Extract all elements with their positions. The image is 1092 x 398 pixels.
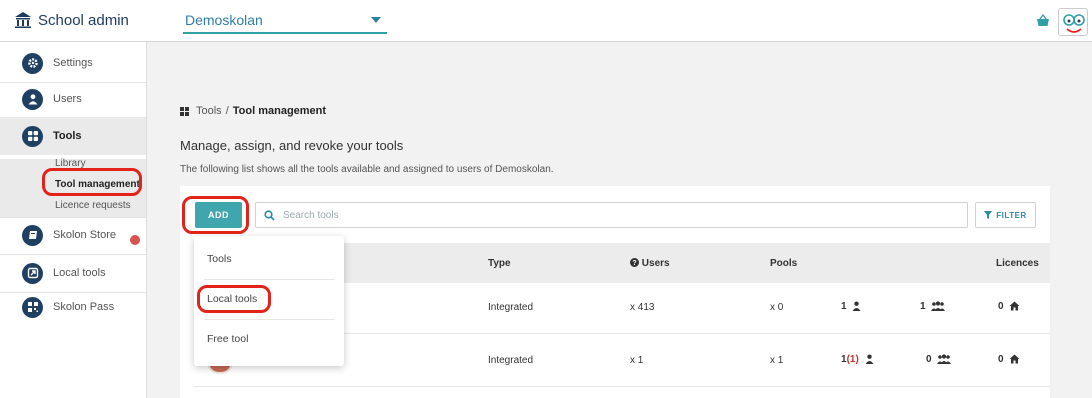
school-licence-count: 0 (998, 354, 1004, 365)
top-bar: School admin Demoskolan (0, 0, 1092, 42)
pending-licence-count: (1) (846, 354, 859, 365)
search-icon (264, 209, 275, 221)
sidebar: Settings Users Tools Library Tool manage… (0, 42, 147, 398)
row-divider (194, 386, 1050, 387)
highlight-add-button (182, 196, 249, 234)
sidebar-item-skolon-store[interactable]: Skolon Store (0, 216, 146, 254)
gear-icon (22, 52, 43, 74)
sidebar-item-label: Tools (53, 130, 82, 142)
row-1-pools: x 0 (770, 302, 784, 313)
sidebar-item-users[interactable]: Users (0, 80, 146, 118)
user-icon (865, 354, 874, 364)
filter-button[interactable]: FILTER (975, 202, 1036, 228)
help-icon: ? (630, 258, 639, 267)
breadcrumb: Tools / Tool management (180, 105, 326, 117)
breadcrumb-root[interactable]: Tools (196, 105, 222, 117)
row-1-group-licences[interactable]: 1 (920, 301, 946, 312)
qr-icon (22, 296, 43, 318)
sidebar-item-settings[interactable]: Settings (0, 44, 146, 82)
column-header-pools[interactable]: Pools (770, 258, 797, 269)
user-icon (852, 301, 861, 311)
sidebar-item-local-tools[interactable]: Local tools (0, 254, 146, 292)
filter-icon (984, 211, 993, 219)
row-2-users: x 1 (630, 355, 644, 366)
sidebar-item-label: Users (53, 93, 82, 105)
row-2-type: Integrated (488, 355, 534, 366)
row-2-school-licences[interactable]: 0 (998, 354, 1020, 365)
basket-icon[interactable] (1036, 14, 1050, 28)
sidebar-item-tools[interactable]: Tools (0, 117, 146, 155)
row-2-pools: x 1 (770, 355, 784, 366)
brand[interactable]: School admin (14, 11, 129, 29)
row-1-users: x 413 (630, 302, 655, 313)
page-title: Manage, assign, and revoke your tools (180, 138, 404, 153)
column-header-users-label: Users (641, 258, 670, 269)
group-icon (937, 354, 952, 364)
svg-text:?: ? (632, 260, 636, 267)
row-1-user-licences[interactable]: 1 (841, 301, 861, 312)
filter-label: FILTER (996, 210, 1027, 220)
row-2-user-licences[interactable]: 1(1) (841, 354, 874, 365)
search-input[interactable] (283, 209, 883, 221)
divider (204, 319, 334, 320)
search-bar[interactable] (255, 202, 968, 228)
user-icon (22, 88, 43, 110)
column-header-type[interactable]: Type (488, 258, 511, 269)
sidebar-item-label: Settings (53, 57, 93, 69)
notification-badge (130, 235, 140, 245)
group-licence-count: 1 (920, 301, 926, 312)
chevron-down-icon (371, 17, 381, 23)
highlight-local-tools (197, 285, 271, 313)
user-licence-count: 1 (841, 301, 847, 312)
row-1-type: Integrated (488, 302, 534, 313)
external-link-icon (22, 262, 43, 284)
home-icon (1009, 354, 1020, 364)
divider (204, 279, 334, 280)
menu-item-free-tool[interactable]: Free tool (207, 333, 248, 345)
breadcrumb-current: Tool management (232, 105, 327, 117)
avatar-face-icon (1063, 14, 1085, 33)
menu-item-tools[interactable]: Tools (207, 253, 232, 265)
highlight-tool-management (42, 168, 142, 196)
sidebar-item-label: Skolon Pass (53, 301, 115, 313)
sidebar-item-label: Skolon Store (53, 229, 116, 241)
sidebar-subitem-licence-requests[interactable]: Licence requests (55, 200, 131, 211)
grid-icon (22, 125, 43, 147)
grid-icon (180, 106, 189, 116)
school-licence-count: 0 (998, 301, 1004, 312)
sidebar-item-label: Local tools (53, 267, 106, 279)
row-2-group-licences[interactable]: 0 (926, 354, 952, 365)
school-select[interactable]: Demoskolan (183, 8, 387, 34)
column-header-licences[interactable]: Licences (996, 258, 1039, 269)
page-description: The following list shows all the tools a… (180, 164, 554, 175)
group-icon (931, 301, 946, 311)
row-1-school-licences[interactable]: 0 (998, 301, 1020, 312)
home-icon (1009, 301, 1020, 311)
sidebar-item-skolon-pass[interactable]: Skolon Pass (0, 288, 146, 326)
brand-title: School admin (38, 11, 129, 29)
book-icon (22, 224, 43, 246)
school-select-value: Demoskolan (185, 12, 263, 28)
breadcrumb-separator: / (225, 105, 229, 117)
institution-icon (15, 12, 31, 28)
avatar[interactable] (1058, 8, 1088, 36)
group-licence-count: 0 (926, 354, 932, 365)
column-header-users[interactable]: ? Users (630, 258, 670, 269)
